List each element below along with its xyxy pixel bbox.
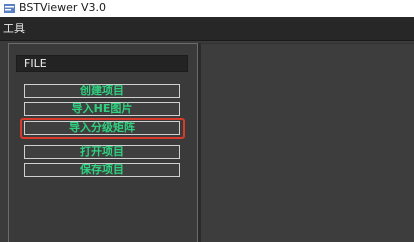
file-section-label: FILE xyxy=(24,57,47,70)
menu-bar: 工具 xyxy=(0,17,414,41)
import-he-image-button[interactable]: 导入HE图片 xyxy=(24,102,180,116)
app-logo-icon xyxy=(4,4,15,13)
title-bar: BSTViewer V3.0 xyxy=(0,0,414,17)
save-project-button[interactable]: 保存项目 xyxy=(24,163,180,177)
window-title: BSTViewer V3.0 xyxy=(19,1,106,14)
main-view-area xyxy=(201,43,414,242)
create-project-button[interactable]: 创建项目 xyxy=(24,84,180,98)
highlight-box xyxy=(20,118,185,139)
menu-tools[interactable]: 工具 xyxy=(3,21,25,36)
file-panel xyxy=(8,43,198,242)
file-section-header: FILE xyxy=(16,55,188,72)
open-project-button[interactable]: 打开项目 xyxy=(24,145,180,159)
